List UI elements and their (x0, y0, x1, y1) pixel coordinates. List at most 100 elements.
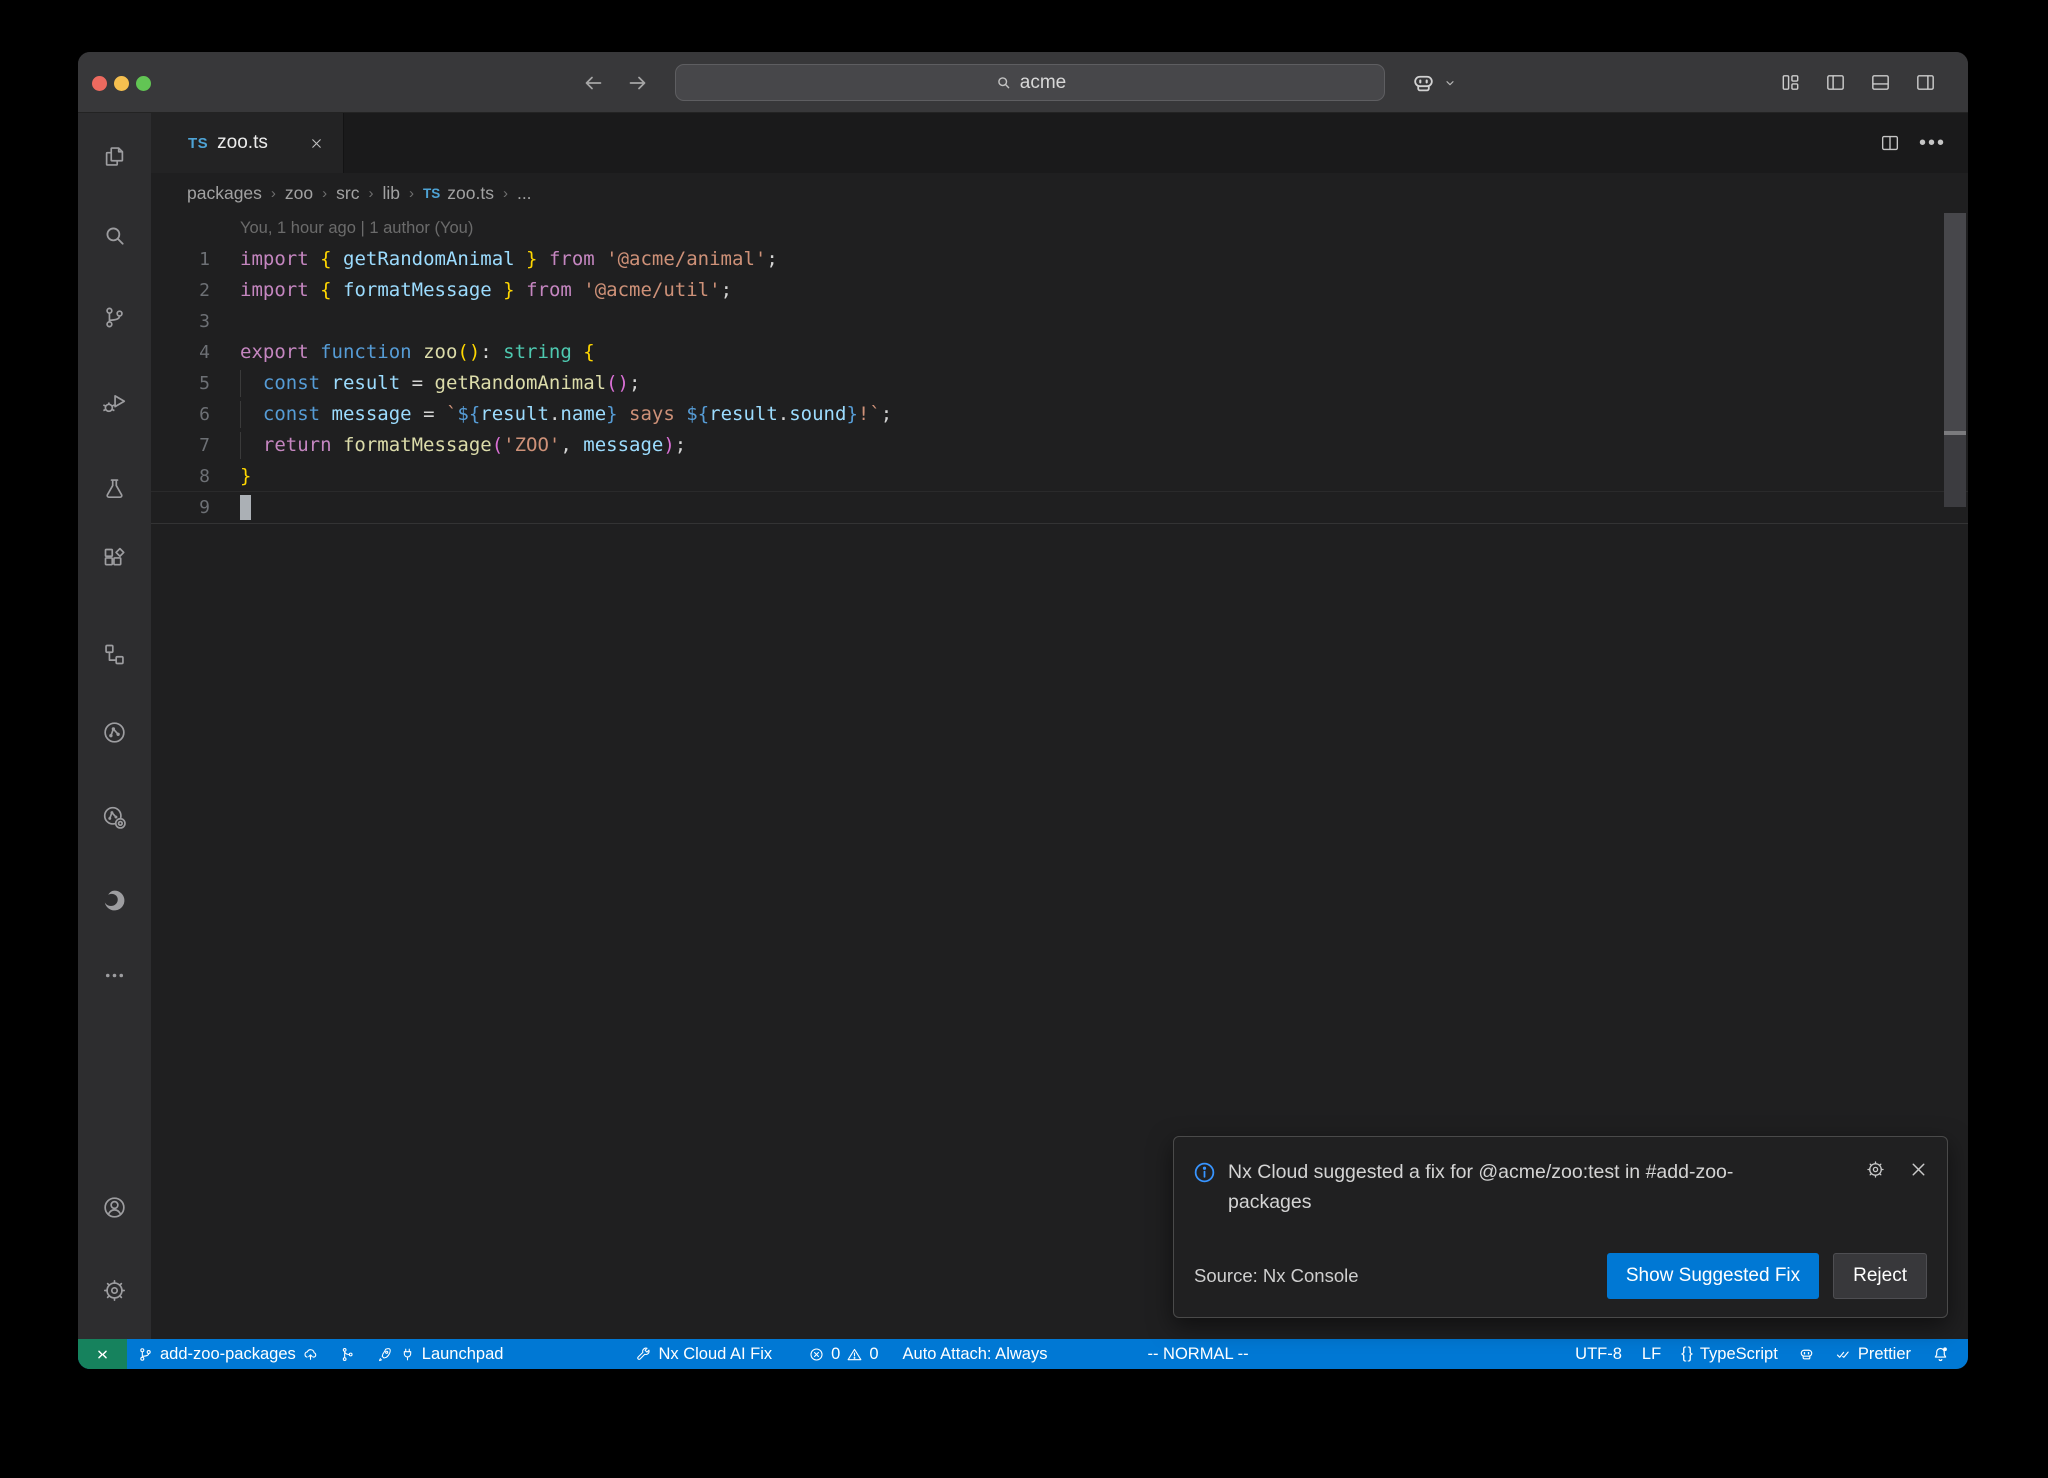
breadcrumb-item[interactable]: zoo (285, 183, 313, 204)
minimize-window-button[interactable] (114, 76, 129, 91)
window-controls (92, 76, 151, 91)
code-line-5[interactable]: 5 const result = getRandomAnimal(); (151, 368, 1968, 399)
nx-cloud-ai-fix-item[interactable]: Nx Cloud AI Fix (625, 1339, 782, 1369)
breadcrumb-item[interactable]: lib (382, 183, 400, 204)
indent-guide (240, 370, 241, 397)
line-number[interactable]: 2 (151, 275, 232, 306)
tab-zoo-ts[interactable]: TS zoo.ts (151, 113, 344, 173)
breadcrumb-separator: › (409, 185, 414, 202)
status-bar: add-zoo-packages Launchpad Nx Cloud AI F… (78, 1339, 1968, 1369)
activity-bar (78, 113, 151, 1339)
branch-icon (137, 1346, 154, 1363)
breadcrumb-item[interactable]: packages (187, 183, 262, 204)
toggle-panel-icon[interactable] (1869, 71, 1892, 94)
breadcrumb-separator: › (322, 185, 327, 202)
copilot-menu-button[interactable] (1410, 68, 1458, 98)
git-branch-item[interactable]: add-zoo-packages (127, 1339, 329, 1369)
line-number[interactable]: 1 (151, 244, 232, 275)
launchpad-item[interactable]: Launchpad (366, 1339, 514, 1369)
eol-item[interactable]: LF (1632, 1339, 1671, 1369)
extensions-icon[interactable] (95, 538, 135, 578)
navigate-back-icon[interactable] (581, 71, 605, 95)
customize-layout-icon[interactable] (1779, 71, 1802, 94)
vim-mode-item[interactable]: -- NORMAL -- (1137, 1339, 1258, 1369)
breadcrumb-item[interactable]: src (336, 183, 359, 204)
git-graph-item[interactable] (329, 1339, 366, 1369)
line-number[interactable]: 3 (151, 306, 232, 337)
line-number[interactable]: 7 (151, 430, 232, 461)
project-graph-icon[interactable] (95, 634, 135, 674)
code-line-4[interactable]: 4export function zoo(): string { (151, 337, 1968, 368)
editor-scrollbar[interactable] (1944, 213, 1966, 513)
notification-toast: Nx Cloud suggested a fix for @acme/zoo:t… (1173, 1136, 1948, 1318)
settings-icon[interactable] (95, 1270, 135, 1310)
breadcrumb: packages›zoo›src›lib›TSzoo.ts›... (151, 173, 1968, 213)
explorer-icon[interactable] (95, 136, 135, 176)
line-number[interactable]: 5 (151, 368, 232, 399)
code-line-8[interactable]: 8} (151, 461, 1968, 492)
nx-console-icon[interactable] (95, 712, 135, 752)
breadcrumb-item[interactable]: ... (517, 183, 532, 204)
toggle-primary-sidebar-icon[interactable] (1824, 71, 1847, 94)
breadcrumb-separator: › (503, 185, 508, 202)
info-icon (1192, 1160, 1217, 1185)
search-icon[interactable] (95, 215, 135, 255)
encoding-item[interactable]: UTF-8 (1565, 1339, 1632, 1369)
error-icon (808, 1346, 825, 1363)
formatter-item[interactable]: Prettier (1825, 1339, 1921, 1369)
tab-label: zoo.ts (217, 132, 268, 154)
remote-indicator[interactable] (78, 1339, 127, 1369)
zoom-window-button[interactable] (136, 76, 151, 91)
code-line-1[interactable]: 1import { getRandomAnimal } from '@acme/… (151, 244, 1968, 275)
problems-item[interactable]: 0 0 (798, 1339, 888, 1369)
source-control-icon[interactable] (95, 297, 135, 337)
nx-cloud-icon[interactable] (95, 797, 135, 837)
split-editor-icon[interactable] (1879, 132, 1901, 154)
remote-icon (94, 1346, 111, 1363)
tab-bar: TS zoo.ts ••• (151, 113, 1968, 173)
line-number[interactable]: 8 (151, 461, 232, 492)
wrench-icon (635, 1346, 652, 1363)
code-lines: You, 1 hour ago | 1 author (You)1import … (151, 213, 1968, 523)
command-center-search[interactable]: acme (675, 64, 1385, 101)
testing-icon[interactable] (95, 468, 135, 508)
accounts-icon[interactable] (95, 1187, 135, 1227)
code-line-9[interactable]: 9 (151, 492, 1968, 523)
line-number[interactable]: 4 (151, 337, 232, 368)
reject-button[interactable]: Reject (1833, 1253, 1927, 1299)
toggle-secondary-sidebar-icon[interactable] (1914, 71, 1937, 94)
search-icon (994, 73, 1013, 92)
braces-icon: {} (1681, 1345, 1694, 1363)
bell-icon (1931, 1345, 1950, 1364)
typescript-file-icon: TS (188, 135, 208, 152)
close-window-button[interactable] (92, 76, 107, 91)
language-mode-item[interactable]: {} TypeScript (1671, 1339, 1788, 1369)
line-number[interactable]: 9 (151, 492, 232, 523)
code-line-7[interactable]: 7 return formatMessage('ZOO', message); (151, 430, 1968, 461)
auto-attach-item[interactable]: Auto Attach: Always (893, 1339, 1058, 1369)
breadcrumb-separator: › (271, 185, 276, 202)
navigate-forward-icon[interactable] (626, 71, 650, 95)
code-line-3[interactable]: 3 (151, 306, 1968, 337)
close-tab-icon[interactable] (303, 130, 329, 156)
notification-close-icon[interactable] (1908, 1159, 1929, 1180)
notification-settings-icon[interactable] (1865, 1159, 1886, 1180)
vim-block-cursor (240, 495, 251, 520)
titlebar: acme (78, 52, 1968, 113)
run-and-debug-icon[interactable] (95, 383, 135, 423)
show-suggested-fix-button[interactable]: Show Suggested Fix (1607, 1253, 1819, 1299)
code-line-6[interactable]: 6 const message = `${result.name} says $… (151, 399, 1968, 430)
chevron-down-icon (1442, 75, 1458, 91)
breadcrumb-item[interactable]: zoo.ts (447, 183, 494, 204)
git-blame-annotation: You, 1 hour ago | 1 author (You) (151, 213, 1968, 244)
copilot-icon (1798, 1346, 1815, 1363)
indent-guide (240, 432, 241, 459)
typescript-file-icon: TS (423, 186, 440, 201)
copilot-status-item[interactable] (1788, 1339, 1825, 1369)
additional-views-icon[interactable] (95, 955, 135, 995)
more-actions-icon[interactable]: ••• (1919, 132, 1946, 155)
notifications-bell-item[interactable] (1921, 1339, 1960, 1369)
code-line-2[interactable]: 2import { formatMessage } from '@acme/ut… (151, 275, 1968, 306)
line-number[interactable]: 6 (151, 399, 232, 430)
edge-tools-icon[interactable] (95, 880, 135, 920)
